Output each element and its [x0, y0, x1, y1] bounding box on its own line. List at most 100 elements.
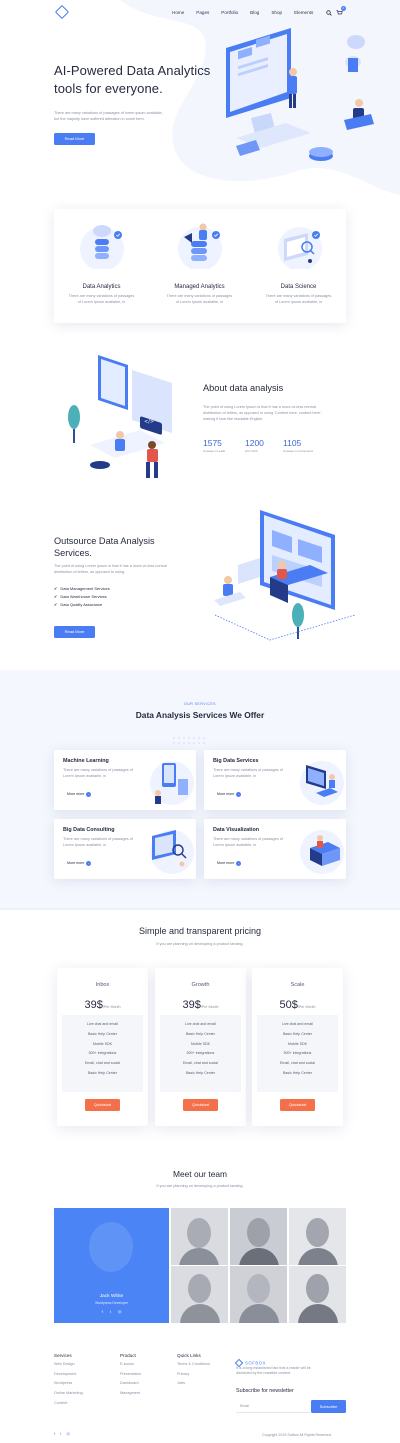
- footer-link[interactable]: E-books: [120, 1360, 141, 1370]
- facebook-icon[interactable]: f: [54, 1431, 55, 1436]
- featured-avatar: [89, 1222, 133, 1272]
- plan-name: Growth: [191, 982, 210, 988]
- footer-link[interactable]: Development: [54, 1370, 83, 1380]
- about-illustration: </>: [68, 355, 172, 478]
- service-card-big-data-services[interactable]: Big Data Services There are many variati…: [204, 750, 346, 810]
- service-card-description: There are many variations of passages of…: [213, 837, 283, 847]
- nav-portfolio[interactable]: Portfolio: [221, 10, 238, 15]
- newsletter-email-input[interactable]: Email: [236, 1400, 310, 1413]
- service-more-link[interactable]: More more ›: [217, 861, 242, 866]
- footer-column-quick-links: Quick Links Terms & Conditions Privacy J…: [177, 1353, 210, 1389]
- service-card-title: Big Data Consulting: [63, 827, 115, 833]
- service-card-description: There are many variations of passages of…: [213, 768, 283, 778]
- team-member-photo[interactable]: [171, 1208, 228, 1265]
- avatar: [187, 1218, 211, 1248]
- facebook-icon[interactable]: f: [102, 1310, 103, 1314]
- data-visualization-illustration: [300, 830, 344, 874]
- footer-link[interactable]: Terms & Conditions: [177, 1360, 210, 1370]
- nav-elements[interactable]: Elements: [294, 10, 313, 15]
- machine-learning-illustration: [150, 761, 194, 805]
- service-card-title: Data Visualization: [213, 827, 260, 833]
- feature-description: There are many variations of passages of…: [166, 294, 233, 304]
- team-subtitle: If you are planning on developing a prod…: [156, 1184, 244, 1188]
- arrow-right-icon[interactable]: ›: [86, 792, 92, 797]
- logo-icon[interactable]: [54, 4, 70, 20]
- pricing-title: Simple and transparent pricing: [138, 926, 262, 936]
- team-member-photo[interactable]: [230, 1208, 287, 1265]
- stat-value: 1200: [245, 438, 264, 448]
- service-more-link[interactable]: More more ›: [217, 792, 242, 797]
- plan-price: 39$/Per Month: [84, 999, 121, 1011]
- instagram-icon[interactable]: ◎: [67, 1431, 71, 1436]
- footer-link[interactable]: Presentation: [120, 1370, 141, 1380]
- hero-illustration: [226, 28, 374, 161]
- instagram-icon[interactable]: ◎: [118, 1310, 121, 1314]
- featured-role: Wordpress Developer: [95, 1301, 128, 1305]
- nav-home[interactable]: Home: [172, 10, 184, 15]
- avatar-shoulders: [239, 1248, 279, 1265]
- featured-team-member[interactable]: Jack White Wordpress Developer f t ◎: [54, 1208, 169, 1323]
- featured-name: Jack White: [99, 1294, 124, 1299]
- service-card-machine-learning[interactable]: Machine Learning There are many variatio…: [54, 750, 196, 810]
- data-analytics-icon: [80, 225, 124, 269]
- check-item: ✔ Data Warehouse Services: [54, 594, 107, 599]
- quickstart-button[interactable]: Quickstart: [280, 1099, 315, 1111]
- check-icon: ✔: [54, 594, 58, 599]
- service-more-link[interactable]: More more ›: [67, 861, 92, 866]
- hero-read-more-button[interactable]: Read More: [54, 133, 95, 145]
- nav-pages[interactable]: Pages: [196, 10, 209, 15]
- plan-features: Live chat and email Basic Help Center Mo…: [257, 1015, 338, 1092]
- footer-column-services: Services Web Design Development Wordpres…: [54, 1353, 83, 1409]
- twitter-icon[interactable]: t: [60, 1431, 61, 1436]
- footer-link[interactable]: Online Marketing: [54, 1389, 83, 1399]
- footer-column-product: Product E-books Presentation Dashboard M…: [120, 1353, 141, 1399]
- avatar: [188, 1274, 211, 1303]
- avatar: [306, 1218, 329, 1247]
- pricing-section-background: [0, 908, 400, 910]
- stat-value: 1105: [283, 438, 302, 448]
- outsource-read-more-button[interactable]: Read More: [54, 626, 95, 638]
- nav-shop[interactable]: Shop: [271, 10, 282, 15]
- twitter-icon[interactable]: t: [110, 1310, 111, 1314]
- footer-link[interactable]: Privacy: [177, 1370, 210, 1380]
- arrow-right-icon[interactable]: ›: [236, 861, 242, 866]
- about-stat: 1575 Increase in Leads: [203, 438, 243, 453]
- service-card-description: There are many variations of passages of…: [63, 837, 133, 847]
- about-title: About data analysis: [203, 383, 284, 393]
- footer-brand-description: It is a long established fact that a rea…: [236, 1366, 311, 1376]
- svg-text:</>: </>: [144, 419, 154, 425]
- footer-link[interactable]: Managment: [120, 1389, 141, 1399]
- footer-link[interactable]: Dashboard: [120, 1379, 141, 1389]
- team-member-photo[interactable]: [230, 1266, 287, 1323]
- team-member-photo[interactable]: [171, 1266, 228, 1323]
- service-more-link[interactable]: More more ›: [67, 792, 92, 797]
- service-card-big-data-consulting[interactable]: Big Data Consulting There are many varia…: [54, 819, 196, 879]
- arrow-right-icon[interactable]: ›: [236, 792, 242, 797]
- search-icon[interactable]: [326, 10, 332, 16]
- subscribe-button[interactable]: Subscribe: [311, 1400, 346, 1413]
- footer-link[interactable]: Content: [54, 1399, 83, 1409]
- team-member-photo[interactable]: [289, 1266, 346, 1323]
- team-member-photo[interactable]: [289, 1208, 346, 1265]
- arrow-right-icon[interactable]: ›: [86, 861, 92, 866]
- footer-link[interactable]: Wordpress: [54, 1379, 83, 1389]
- feature-title: Data Analytics: [82, 284, 121, 290]
- service-card-data-visualization[interactable]: Data Visualization There are many variat…: [204, 819, 346, 879]
- footer-link[interactable]: Web Design: [54, 1360, 83, 1370]
- avatar-shoulders: [239, 1304, 279, 1323]
- avatar-shoulders: [180, 1304, 220, 1323]
- stat-value: 1575: [203, 438, 222, 448]
- footer-link[interactable]: Jobs: [177, 1379, 210, 1389]
- quickstart-button[interactable]: Quickstart: [85, 1099, 120, 1111]
- outsource-illustration: [214, 510, 356, 641]
- stat-label: Increase in Leads: [203, 449, 226, 453]
- quickstart-button[interactable]: Quickstart: [183, 1099, 218, 1111]
- plan-name: Inbox: [95, 982, 110, 988]
- feature-description: There are many variations of passages of…: [265, 294, 332, 304]
- pricing-subtitle: If you are planning on developing a prod…: [156, 942, 244, 946]
- pricing-card-inbox: Inbox 39$/Per Month Live chat and email …: [57, 968, 148, 1126]
- newsletter-title: Subscribe for newsletter: [236, 1388, 294, 1394]
- data-science-icon: [278, 227, 322, 269]
- nav-blog[interactable]: Blog: [250, 10, 259, 15]
- outsource-description: The point of using Lorem Ipsum is that i…: [54, 564, 167, 574]
